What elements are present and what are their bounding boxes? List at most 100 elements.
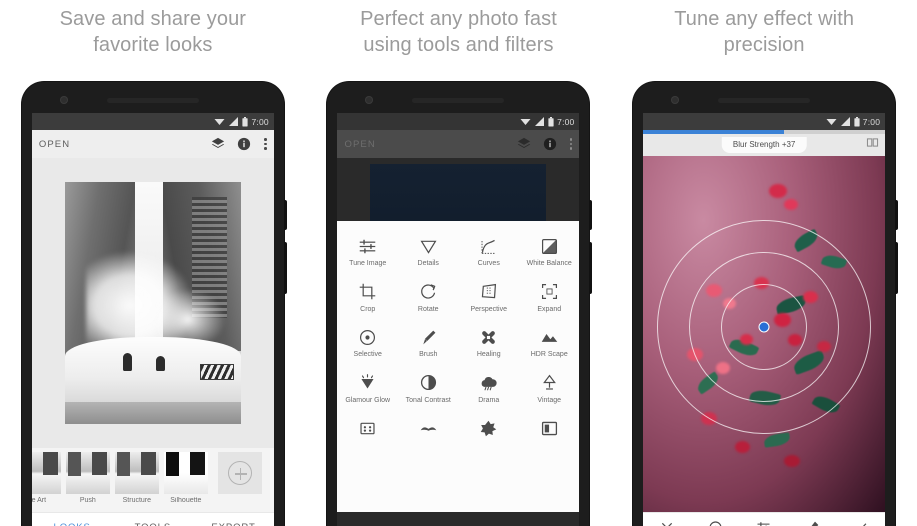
bottom-tab-bar-1: LOOKS TOOLS EXPORT — [31, 512, 274, 526]
volume-button[interactable] — [895, 242, 899, 294]
headline-line-1: Perfect any photo fast — [360, 8, 557, 30]
grunge-icon — [479, 417, 498, 439]
tool-label: HDR Scape — [530, 351, 568, 358]
details-icon — [419, 235, 438, 257]
tool-drama[interactable]: Drama — [458, 367, 519, 410]
tool-label: Tune Image — [349, 260, 387, 267]
promo-panel-3: Tune any effect with precision 7:00 Blur… — [611, 0, 917, 526]
tool-vintage[interactable]: Vintage — [519, 367, 580, 410]
front-camera-icon — [59, 96, 68, 104]
info-icon[interactable] — [237, 137, 251, 151]
tool-rotate[interactable]: Rotate — [398, 276, 459, 319]
edited-photo-bw — [64, 182, 241, 424]
tool-hdr-scape[interactable]: HDR Scape — [519, 321, 580, 364]
look-item[interactable]: e Art — [31, 452, 62, 504]
photo-canvas-1[interactable] — [31, 158, 274, 448]
tool-perspective[interactable]: Perspective — [458, 276, 519, 319]
tool-label: Brush — [419, 351, 438, 358]
photo-canvas-3[interactable] — [643, 156, 886, 512]
status-time-1: 7:00 — [251, 116, 269, 127]
info-icon[interactable] — [543, 137, 557, 151]
look-thumbnail — [65, 452, 110, 494]
screenshot-gallery: Save and share your favorite looks 7:00 … — [0, 0, 917, 526]
signal-icon — [229, 117, 239, 126]
glamour-glow-icon — [358, 372, 377, 394]
power-button[interactable] — [589, 200, 593, 230]
tool-selective[interactable]: Selective — [337, 321, 398, 364]
tool-crop[interactable]: Crop — [337, 276, 398, 319]
tool-expand[interactable]: Expand — [519, 276, 580, 319]
look-item[interactable]: Push — [65, 452, 111, 504]
tool-label: Perspective — [470, 305, 508, 313]
check-icon[interactable] — [853, 520, 868, 526]
power-button[interactable] — [283, 200, 287, 230]
radial-center-handle[interactable] — [758, 321, 770, 333]
look-label: e Art — [31, 497, 47, 504]
app-toolbar-2: OPEN — [337, 130, 580, 158]
tool-brush[interactable]: Brush — [398, 321, 459, 364]
compare-icon[interactable] — [866, 136, 879, 154]
phone-mockup-1: 7:00 OPEN e Art Push Structure Silhouett… — [21, 82, 287, 526]
tool-retrolux[interactable] — [398, 412, 459, 446]
volume-button[interactable] — [283, 242, 287, 294]
volume-button[interactable] — [589, 242, 593, 294]
selective-icon — [358, 326, 377, 348]
earpiece-speaker — [718, 98, 811, 103]
add-look-button[interactable] — [217, 452, 262, 494]
power-button[interactable] — [895, 200, 899, 230]
battery-icon — [548, 116, 554, 126]
white-balance-icon — [540, 235, 559, 257]
plus-circle-icon — [227, 461, 252, 485]
tool-label: Rotate — [417, 305, 439, 313]
close-icon[interactable] — [660, 521, 674, 526]
tool-curves[interactable]: Curves — [458, 230, 519, 273]
tool-details[interactable]: Details — [398, 230, 459, 273]
open-button-1[interactable]: OPEN — [39, 139, 70, 150]
stack-brush-icon[interactable] — [805, 520, 820, 526]
tool-grainy-film[interactable] — [337, 412, 398, 446]
look-item[interactable]: Silhouette — [163, 452, 209, 504]
tab-export[interactable]: EXPORT — [193, 522, 274, 526]
headline-line-1: Save and share your — [59, 8, 247, 30]
tool-label: Expand — [537, 305, 562, 313]
look-item[interactable]: Structure — [114, 452, 160, 504]
headline-line-2: favorite looks — [93, 34, 213, 56]
front-camera-icon — [365, 96, 374, 104]
sliders-icon[interactable] — [756, 520, 771, 526]
looks-stack-icon[interactable] — [211, 137, 225, 151]
overflow-menu-icon[interactable] — [569, 138, 573, 150]
tool-label: Curves — [477, 260, 500, 267]
panel-1-headline: Save and share your favorite looks — [0, 0, 306, 58]
blur-strength-tooltip: Blur Strength +37 — [721, 137, 807, 153]
curves-icon — [479, 235, 498, 257]
tool-white-balance[interactable]: White Balance — [519, 230, 580, 273]
open-button-2[interactable]: OPEN — [344, 139, 375, 150]
tool-glamour-glow[interactable]: Glamour Glow — [337, 367, 398, 410]
front-camera-icon — [671, 96, 680, 104]
panel-2-headline: Perfect any photo fast using tools and f… — [306, 0, 612, 58]
tool-frames[interactable] — [519, 412, 580, 446]
tool-tonal-contrast[interactable]: Tonal Contrast — [398, 367, 459, 410]
look-label: Push — [79, 497, 96, 504]
effect-topbar: Blur Strength +37 — [643, 134, 886, 156]
wifi-icon — [520, 119, 531, 125]
retrolux-icon — [419, 417, 438, 439]
phone-3-screen: 7:00 Blur Strength +37 — [643, 113, 886, 526]
tool-healing[interactable]: Healing — [458, 321, 519, 364]
tab-tools[interactable]: TOOLS — [113, 522, 194, 526]
tool-label: Details — [417, 260, 439, 267]
tune-image-icon — [358, 235, 377, 257]
tab-looks[interactable]: LOOKS — [32, 522, 113, 526]
tool-label: Tonal Contrast — [405, 396, 451, 404]
overflow-menu-icon[interactable] — [264, 138, 267, 150]
phone-mockup-3: 7:00 Blur Strength +37 — [633, 82, 899, 526]
looks-stack-icon[interactable] — [517, 137, 531, 151]
tool-grunge[interactable] — [458, 412, 519, 446]
looks-filmstrip[interactable]: e Art Push Structure Silhouette — [31, 448, 274, 512]
radial-target-icon[interactable] — [708, 520, 723, 526]
status-time-3: 7:00 — [862, 116, 881, 127]
tool-tune-image[interactable]: Tune Image — [337, 230, 398, 273]
tools-panel: Tune Image Details Curves White Balance … — [337, 221, 580, 512]
signal-icon — [840, 117, 850, 126]
earpiece-speaker — [106, 98, 199, 103]
